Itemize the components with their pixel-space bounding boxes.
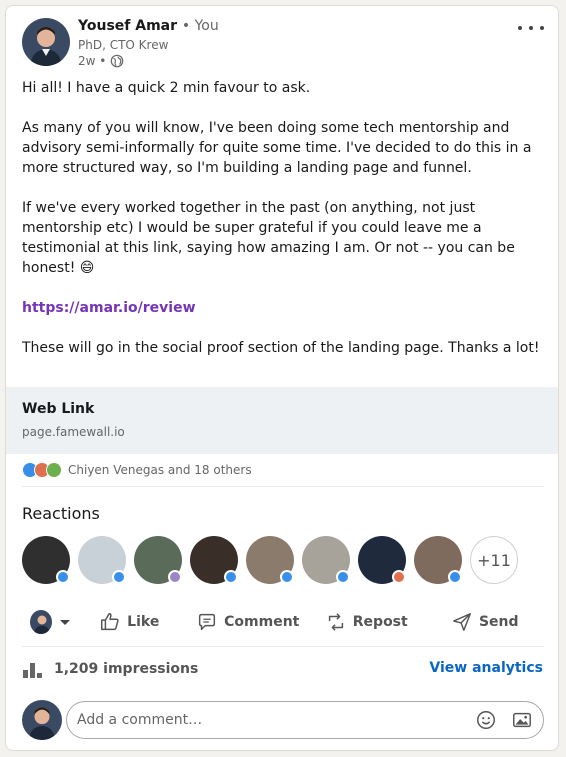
comment-button[interactable]: Comment <box>189 602 308 642</box>
post-link[interactable]: https://amar.io/review <box>22 300 196 316</box>
like-badge-icon <box>56 570 70 584</box>
emoji-icon[interactable] <box>475 709 497 731</box>
repost-label: Repost <box>352 614 408 630</box>
impressions-stat[interactable]: 1,209 impressions <box>22 660 198 678</box>
more-options-button[interactable] <box>518 18 544 38</box>
like-badge-icon <box>224 570 238 584</box>
post-time-text: 2w • <box>78 54 107 68</box>
more-icon-dot <box>540 26 544 30</box>
like-badge-icon <box>448 570 462 584</box>
feed-post-card: Yousef Amar • You PhD, CTO Krew 2w • Hi … <box>5 5 559 751</box>
thumbs-up-icon <box>101 613 119 631</box>
repost-icon <box>328 613 343 631</box>
actor-avatar <box>30 610 52 634</box>
social-counts[interactable]: Chiyen Venegas and 18 others <box>22 461 252 479</box>
author-you-label: • You <box>181 18 219 34</box>
comment-placeholder: Add a comment… <box>77 712 203 728</box>
love-badge-icon <box>392 570 406 584</box>
celebrate-badge-icon <box>168 570 182 584</box>
reactor-avatar[interactable] <box>134 536 182 584</box>
divider <box>22 486 544 487</box>
author-name-text[interactable]: Yousef Amar <box>78 18 177 34</box>
divider <box>22 646 544 647</box>
more-icon-dot <box>529 26 533 30</box>
send-label: Send <box>478 614 519 630</box>
reactor-avatar[interactable] <box>190 536 238 584</box>
like-badge-icon <box>280 570 294 584</box>
post-paragraph: Hi all! I have a quick 2 min favour to a… <box>22 80 311 96</box>
post-body: Hi all! I have a quick 2 min favour to a… <box>22 78 542 378</box>
author-avatar[interactable] <box>22 18 70 66</box>
reactor-avatar[interactable] <box>302 536 350 584</box>
reactions-heading: Reactions <box>22 504 100 523</box>
social-action-bar: Like Comment Repost Send <box>22 602 544 642</box>
comment-icon <box>199 613 216 631</box>
impressions-count: 1,209 impressions <box>54 661 199 677</box>
reactors-list: +11 <box>22 536 518 584</box>
link-preview-title[interactable]: Web Link <box>22 401 94 417</box>
link-preview-domain: page.famewall.io <box>22 425 125 439</box>
more-icon <box>518 26 522 30</box>
like-button[interactable]: Like <box>70 602 189 642</box>
view-analytics-link[interactable]: View analytics <box>429 660 543 676</box>
reactor-avatar[interactable] <box>22 536 70 584</box>
reactions-summary[interactable]: Chiyen Venegas and 18 others <box>68 463 252 477</box>
reactor-avatar[interactable] <box>358 536 406 584</box>
author-headline: PhD, CTO Krew <box>78 38 169 52</box>
post-paragraph: These will go in the social proof sectio… <box>22 340 540 356</box>
post-paragraph: If we've every worked together in the pa… <box>22 200 515 276</box>
link-preview-card[interactable]: Web Link page.famewall.io <box>6 387 558 454</box>
like-label: Like <box>127 614 160 630</box>
bar-chart-icon <box>23 663 42 678</box>
comment-label: Comment <box>224 614 300 630</box>
comment-composer: Add a comment… <box>22 700 544 740</box>
reaction-icons <box>22 462 62 478</box>
like-badge-icon <box>336 570 350 584</box>
image-icon[interactable] <box>511 709 533 731</box>
like-badge-icon <box>112 570 126 584</box>
reactor-avatar[interactable] <box>414 536 462 584</box>
post-paragraph: As many of you will know, I've been doin… <box>22 120 532 176</box>
comment-input[interactable]: Add a comment… <box>66 701 544 739</box>
more-reactors-button[interactable]: +11 <box>470 536 518 584</box>
reactor-avatar[interactable] <box>78 536 126 584</box>
send-button[interactable]: Send <box>426 602 545 642</box>
post-time: 2w • <box>78 54 124 68</box>
reactor-avatar[interactable] <box>246 536 294 584</box>
commenter-avatar <box>22 700 62 740</box>
chevron-down-icon <box>60 619 70 625</box>
celebrate-reaction-icon <box>46 462 62 478</box>
repost-button[interactable]: Repost <box>307 602 426 642</box>
send-icon <box>452 613 471 631</box>
author-name[interactable]: Yousef Amar • You <box>78 18 219 34</box>
globe-icon <box>111 54 124 68</box>
actor-switcher[interactable] <box>22 602 70 642</box>
